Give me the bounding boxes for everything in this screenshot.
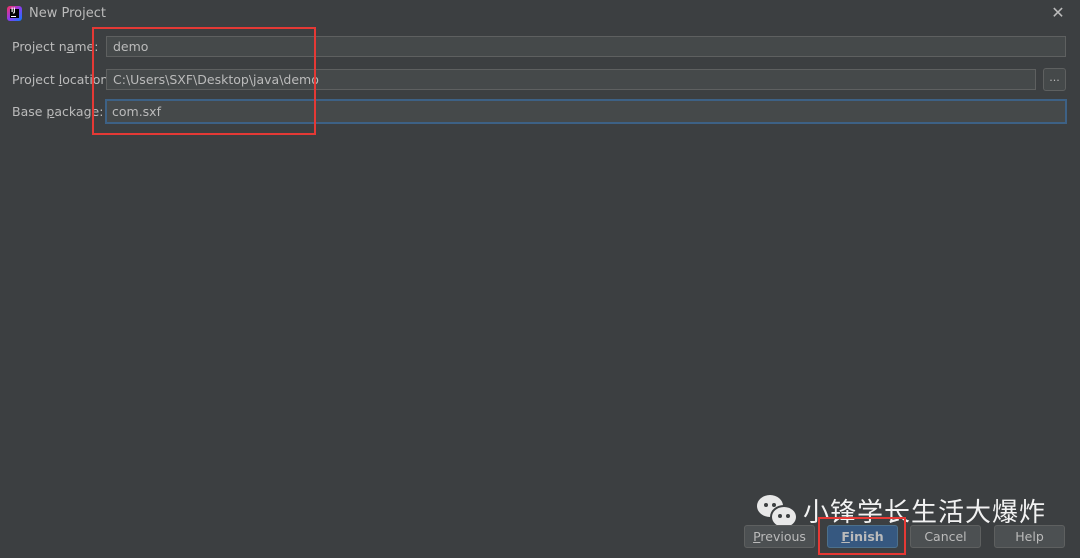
close-button[interactable]: ✕ [1049, 4, 1067, 22]
project-name-input[interactable]: demo [106, 36, 1066, 57]
base-package-input[interactable]: com.sxf [105, 99, 1067, 124]
watermark-text: 小锋学长生活大爆炸 [803, 497, 1047, 528]
ellipsis-icon: ... [1049, 71, 1060, 84]
base-package-label: Base package: [12, 104, 104, 119]
base-package-value: com.sxf [112, 104, 161, 119]
finish-button[interactable]: Finish [827, 525, 898, 548]
cancel-button[interactable]: Cancel [910, 525, 981, 548]
project-name-label: Project name: [12, 39, 99, 54]
project-location-input[interactable]: C:\Users\SXF\Desktop\java\demo [106, 69, 1036, 90]
title-bar: New Project ✕ [0, 0, 1080, 27]
close-icon: ✕ [1051, 3, 1065, 22]
project-location-value: C:\Users\SXF\Desktop\java\demo [113, 72, 319, 87]
previous-button[interactable]: Previous [744, 525, 815, 548]
browse-location-button[interactable]: ... [1043, 68, 1066, 91]
project-location-label: Project location: [12, 72, 113, 87]
watermark: 小锋学长生活大爆炸 [757, 492, 1047, 529]
intellij-idea-icon [7, 6, 22, 21]
project-name-value: demo [113, 39, 149, 54]
help-button[interactable]: Help [994, 525, 1065, 548]
window-title: New Project [29, 6, 106, 21]
wechat-icon [757, 493, 798, 529]
